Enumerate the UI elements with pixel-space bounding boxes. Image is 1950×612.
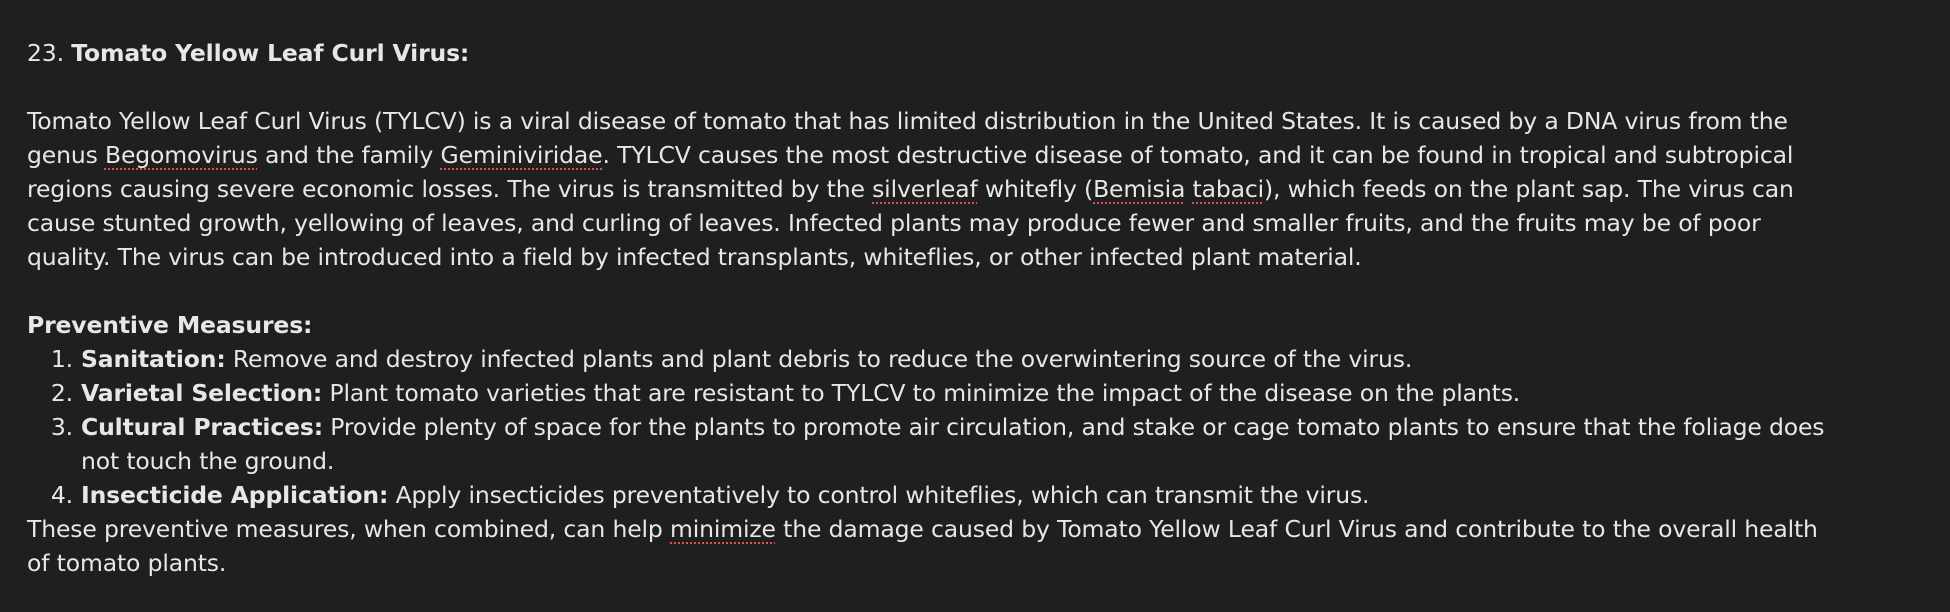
list-text: Remove and destroy infected plants and p… — [225, 345, 1413, 373]
paragraph-line: of tomato plants. — [27, 546, 1927, 580]
list-text: Plant tomato varieties that are resistan… — [322, 379, 1521, 407]
list-text: Apply insecticides preventatively to con… — [388, 481, 1370, 509]
section-heading: 23. Tomato Yellow Leaf Curl Virus: — [27, 36, 1927, 70]
preventive-heading-text: Preventive Measures: — [27, 311, 313, 339]
preventive-list: 1. Sanitation: Remove and destroy infecte… — [27, 342, 1927, 512]
list-text: not touch the ground. — [81, 447, 335, 475]
paragraph-line: cause stunted growth, yellowing of leave… — [27, 206, 1927, 240]
paragraph-line: These preventive measures, when combined… — [27, 512, 1927, 546]
list-item: 4. Insecticide Application: Apply insecti… — [27, 478, 1927, 512]
misspelled-word[interactable]: tabaci — [1193, 175, 1265, 203]
closing-paragraph: These preventive measures, when combined… — [27, 512, 1927, 580]
paragraph-line: Tomato Yellow Leaf Curl Virus (TYLCV) is… — [27, 104, 1927, 138]
paragraph-text: ), which feeds on the plant sap. The vir… — [1264, 175, 1794, 203]
paragraph-text: quality. The virus can be introduced int… — [27, 243, 1362, 271]
description-paragraph: Tomato Yellow Leaf Curl Virus (TYLCV) is… — [27, 104, 1927, 274]
misspelled-word[interactable]: minimize — [670, 515, 776, 543]
paragraph-text: the damage caused by Tomato Yellow Leaf … — [775, 515, 1818, 543]
list-item: 3. Cultural Practices: Provide plenty of … — [27, 410, 1927, 444]
paragraph-text: . TYLCV causes the most destructive dise… — [602, 141, 1794, 169]
heading-number: 23. — [27, 39, 64, 67]
paragraph-text: of tomato plants. — [27, 549, 227, 577]
list-item: 2. Varietal Selection: Plant tomato varie… — [27, 376, 1927, 410]
paragraph-line: genus Begomovirus and the family Geminiv… — [27, 138, 1927, 172]
misspelled-word[interactable]: Bemisia — [1093, 175, 1185, 203]
paragraph-text: and the family — [257, 141, 441, 169]
list-number: 4. — [50, 481, 73, 509]
list-number: 3. — [50, 413, 73, 441]
paragraph-text: These preventive measures, when combined… — [27, 515, 670, 543]
document-body[interactable]: 23. Tomato Yellow Leaf Curl Virus: Tomat… — [27, 36, 1927, 580]
paragraph-line: quality. The virus can be introduced int… — [27, 240, 1927, 274]
misspelled-word[interactable]: silverleaf — [872, 175, 978, 203]
paragraph-text — [1185, 175, 1192, 203]
preventive-heading: Preventive Measures: — [27, 308, 1927, 342]
list-item: 1. Sanitation: Remove and destroy infecte… — [27, 342, 1927, 376]
paragraph-line: regions causing severe economic losses. … — [27, 172, 1927, 206]
list-text: Provide plenty of space for the plants t… — [322, 413, 1825, 441]
list-term: Sanitation: — [81, 345, 226, 373]
list-number: 1. — [50, 345, 73, 373]
paragraph-text: regions causing severe economic losses. … — [27, 175, 873, 203]
list-item-continuation: not touch the ground. — [27, 444, 1927, 478]
paragraph-text: genus — [27, 141, 105, 169]
misspelled-word[interactable]: Begomovirus — [105, 141, 258, 169]
list-term: Cultural Practices: — [81, 413, 323, 441]
heading-title: Tomato Yellow Leaf Curl Virus: — [71, 39, 470, 67]
list-term: Varietal Selection: — [81, 379, 323, 407]
paragraph-text: whitefly ( — [977, 175, 1094, 203]
paragraph-text: cause stunted growth, yellowing of leave… — [27, 209, 1761, 237]
list-number: 2. — [50, 379, 73, 407]
misspelled-word[interactable]: Geminiviridae — [441, 141, 603, 169]
paragraph-text: Tomato Yellow Leaf Curl Virus (TYLCV) is… — [27, 107, 1788, 135]
list-term: Insecticide Application: — [81, 481, 389, 509]
